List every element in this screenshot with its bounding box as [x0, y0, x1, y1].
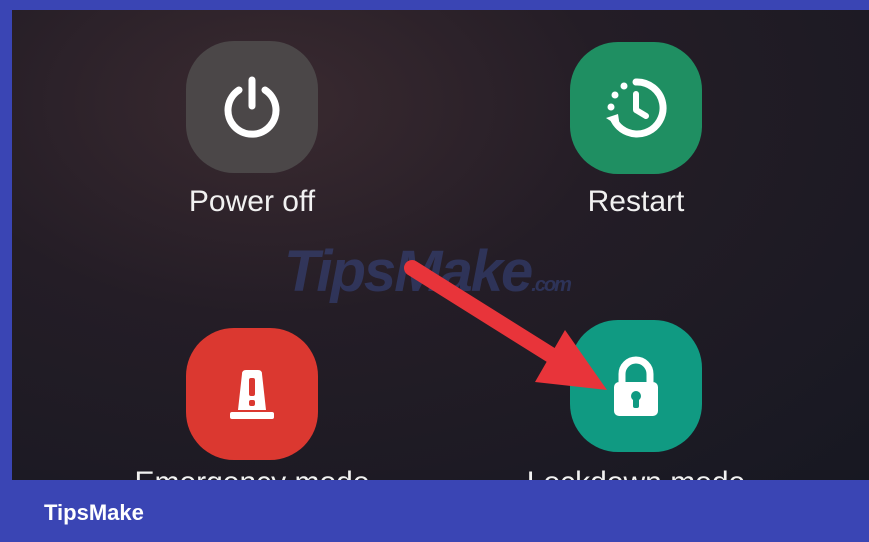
power-menu-screen: Power off Restart Emergency mode Lockdow…: [12, 10, 869, 480]
footer-brand: TipsMake: [44, 500, 144, 525]
footer-bar: TipsMake: [0, 480, 869, 542]
red-arrow-annotation: [404, 260, 607, 390]
